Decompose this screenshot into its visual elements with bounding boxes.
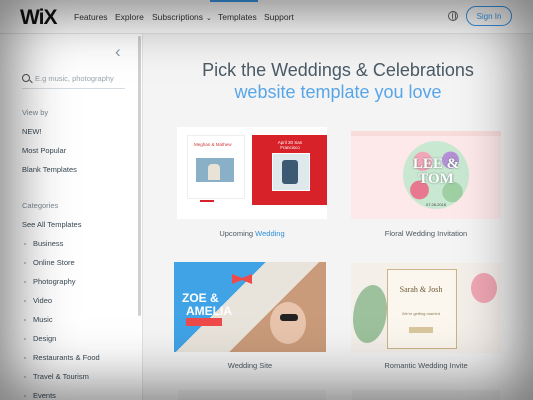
template-caption-upcoming-wedding[interactable]: Upcoming Wedding [177,229,327,238]
sidebar: ‹ E.g music, photography View by NEW! Mo… [0,34,143,400]
thumbnail-page-right: April 30 San Francisco [252,135,327,205]
bullet [24,395,26,397]
sidebar-item-blank-templates[interactable]: Blank Templates [22,165,77,174]
search-icon [22,74,30,82]
thumbnail-button [409,327,433,333]
wix-logo[interactable]: WiX [20,6,57,30]
template-thumbnail-upcoming-wedding[interactable]: Meghan & Mathew April 30 San Francisco [177,127,327,219]
sidebar-item-business[interactable]: Business [33,239,63,248]
sidebar-item-see-all[interactable]: See All Templates [22,220,81,229]
thumbnail-portrait [270,302,306,344]
sidebar-item-photography[interactable]: Photography [33,277,76,286]
thumbnail-text: April 30 San Francisco [277,140,303,150]
thumbnail-photo [196,158,234,182]
template-thumbnail-partial[interactable] [178,390,326,400]
sidebar-item-most-popular[interactable]: Most Popular [22,146,66,155]
invite-frame [387,269,457,349]
template-thumbnail-floral-wedding-invitation[interactable]: LEE & TOM 07.28.2018 [351,131,501,219]
caption-highlight: Wedding [253,229,285,238]
bullet [24,376,26,378]
nav-subscriptions-label: Subscriptions [152,12,204,22]
page-title: Pick the Weddings & Celebrations [202,60,474,80]
thumbnail-subtext: We're getting married [401,311,441,316]
nav-features[interactable]: Features [74,12,108,22]
bullet [24,319,26,321]
thumbnail-accent [186,318,222,326]
thumbnail-text: Sarah & Josh [399,285,443,294]
sign-in-button[interactable]: Sign In [466,6,512,26]
page-subtitle: website template you love [234,82,442,102]
thumbnail-top-bar [351,131,501,136]
caption-text: Upcoming [219,229,254,238]
top-nav: WiX Features Explore Subscriptions ⌄ Temp… [0,0,533,34]
nav-support[interactable]: Support [264,12,294,22]
sidebar-item-new[interactable]: NEW! [22,127,42,136]
sidebar-item-design[interactable]: Design [33,334,56,343]
chevron-left-icon[interactable]: ‹ [115,42,121,62]
thumbnail-text: Meghan & Mathew [194,142,232,147]
thumbnail-photo [272,153,310,191]
bullet [24,300,26,302]
bullet [24,357,26,359]
thumbnail-page-left: Meghan & Mathew [187,135,245,199]
sidebar-item-video[interactable]: Video [33,296,52,305]
template-thumbnail-wedding-site[interactable]: ZOE & AMELIA [174,262,326,352]
nav-subscriptions[interactable]: Subscriptions ⌄ [152,12,212,22]
thumbnail-text: LEE & TOM [412,156,460,187]
flower-illustration [471,273,497,303]
template-caption-wedding-site[interactable]: Wedding Site [174,361,326,370]
search-placeholder: E.g music, photography [35,74,114,83]
template-caption-floral-wedding-invitation[interactable]: Floral Wedding Invitation [351,229,501,238]
bullet [24,243,26,245]
search-input[interactable]: E.g music, photography [22,72,125,89]
sidebar-item-events[interactable]: Events [33,391,56,400]
thumbnail-text: ZOE & [182,291,219,305]
view-by-label: View by [22,108,49,117]
bullet [24,262,26,264]
nav-templates[interactable]: Templates [218,12,257,22]
sidebar-item-online-store[interactable]: Online Store [33,258,75,267]
bullet [24,281,26,283]
template-thumbnail-partial[interactable] [352,390,500,400]
template-caption-romantic-wedding-invite[interactable]: Romantic Wedding Invite [351,361,501,370]
nav-explore[interactable]: Explore [115,12,144,22]
categories-label: Categories [22,201,59,210]
chevron-down-icon: ⌄ [206,15,212,22]
globe-icon[interactable] [448,11,458,21]
thumbnail-text: AMELIA [186,304,232,318]
active-tab-indicator [210,0,258,2]
sidebar-scrollbar[interactable] [138,36,141,316]
sidebar-item-music[interactable]: Music [33,315,53,324]
bullet [24,338,26,340]
sidebar-item-travel-tourism[interactable]: Travel & Tourism [33,372,89,381]
thumbnail-date: 07.28.2018 [425,202,447,207]
sidebar-item-restaurants-food[interactable]: Restaurants & Food [33,353,100,362]
template-thumbnail-romantic-wedding-invite[interactable]: Sarah & Josh We're getting married [351,263,501,353]
thumbnail-accent [200,200,214,202]
